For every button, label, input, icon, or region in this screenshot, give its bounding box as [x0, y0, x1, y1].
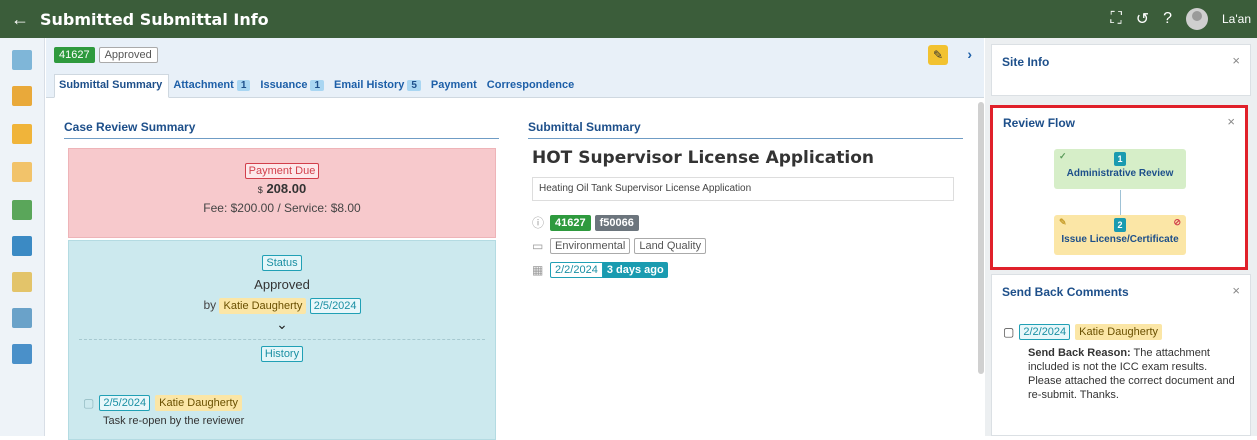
case-review-heading: Case Review Summary: [64, 120, 499, 139]
tags-row: ▭ Environmental Land Quality: [532, 238, 707, 254]
truck-icon[interactable]: [12, 236, 32, 256]
history-icon[interactable]: ↺: [1136, 9, 1149, 29]
send-back-person: Katie Daugherty: [1075, 324, 1163, 340]
top-bar: ← Submitted Submittal Info ⛶ ↺ ? La'an: [0, 0, 1257, 38]
right-panel: Site Info × Review Flow × ✓ 1 Administra…: [985, 38, 1257, 436]
review-flow-title: Review Flow: [1003, 116, 1076, 130]
site-info-title: Site Info: [1002, 55, 1050, 69]
summary-id: 41627: [550, 214, 591, 231]
close-icon[interactable]: ×: [1232, 53, 1240, 68]
main-panel: 41627 Approved ✎ › Submittal Summary Att…: [46, 38, 984, 440]
pencil-icon: ✎: [1059, 217, 1067, 227]
tab-count: 5: [407, 79, 421, 91]
status-byline: by Katie Daugherty 2/5/2024: [69, 298, 495, 314]
history-person: Katie Daugherty: [155, 395, 243, 411]
history-date: 2/5/2024: [99, 395, 151, 411]
folder-edit-icon[interactable]: [12, 86, 32, 106]
comment-icon: ▢: [1003, 325, 1015, 339]
status-value: Approved: [254, 277, 310, 292]
avatar[interactable]: [1186, 8, 1208, 30]
user-name[interactable]: La'an: [1222, 12, 1251, 26]
send-back-reason: Send Back Reason: The attachment include…: [1028, 347, 1235, 401]
payment-amount: $ 208.00: [257, 181, 307, 196]
comment-icon: ▢: [83, 396, 95, 410]
tag-environmental: Environmental: [550, 238, 631, 254]
flow-step-2[interactable]: ✎ ⊘ 2 Issue License/Certificate: [1054, 215, 1186, 255]
tab-email-history[interactable]: Email History 5: [330, 75, 427, 97]
id-row: ⓘ 41627 f50066: [532, 214, 639, 231]
send-back-date: 2/2/2024: [1019, 324, 1071, 340]
folder-submit-icon[interactable]: [12, 124, 32, 144]
folder-icon: ▭: [532, 239, 544, 253]
payment-due-card: Payment Due $ 208.00 Fee: $200.00 / Serv…: [68, 148, 496, 238]
status-date: 2/5/2024: [309, 298, 361, 314]
status-card: Status Approved by Katie Daugherty 2/5/2…: [68, 240, 496, 440]
building-icon[interactable]: [12, 344, 32, 364]
chevron-down-icon[interactable]: ⌄: [69, 316, 495, 333]
application-title: HOT Supervisor License Application: [532, 148, 875, 168]
flow-connector: [1120, 190, 1121, 215]
date-row: ▦ 2/2/2024 3 days ago: [532, 262, 668, 278]
close-icon[interactable]: ×: [1232, 283, 1240, 298]
site-info-card: Site Info ×: [991, 44, 1251, 96]
tab-count: 1: [236, 79, 251, 91]
submittal-id-row: 41627 Approved ✎ ›: [46, 38, 984, 72]
folder-icon[interactable]: [12, 162, 32, 182]
history-entry: ▢ 2/5/2024 Katie Daugherty: [83, 395, 243, 411]
status-person: Katie Daugherty: [219, 298, 307, 314]
tab-correspondence[interactable]: Correspondence: [483, 75, 580, 97]
tab-bar: Submittal Summary Attachment 1 Issuance 1 …: [46, 72, 984, 98]
close-icon[interactable]: ×: [1227, 114, 1235, 129]
fee-line: Fee: $200.00 / Service: $8.00: [203, 201, 361, 215]
presentation-icon[interactable]: [12, 308, 32, 328]
check-icon: ✓: [1059, 151, 1067, 161]
tab-submittal-summary[interactable]: Submittal Summary: [54, 74, 170, 98]
submitted-date: 2/2/2024 3 days ago: [550, 262, 668, 278]
chevron-right-icon[interactable]: ›: [967, 46, 972, 62]
calendar-icon: ▦: [532, 263, 544, 277]
back-arrow-icon[interactable]: ←: [0, 9, 40, 30]
review-flow-card: Review Flow × ✓ 1 Administrative Review …: [990, 105, 1248, 270]
send-back-title: Send Back Comments: [1002, 285, 1129, 299]
tab-attachment[interactable]: Attachment 1: [169, 75, 256, 97]
application-description: Heating Oil Tank Supervisor License Appl…: [532, 177, 954, 201]
history-text: Task re-open by the reviewer: [103, 415, 245, 427]
info-icon: ⓘ: [532, 216, 545, 230]
page-title: Submitted Submittal Info: [40, 9, 269, 29]
history-label: History: [260, 346, 304, 362]
tag-land-quality: Land Quality: [634, 238, 707, 254]
tab-issuance[interactable]: Issuance 1: [256, 75, 330, 97]
flow-step-1[interactable]: ✓ 1 Administrative Review: [1054, 149, 1186, 189]
divider: [79, 339, 485, 340]
tab-count: 1: [310, 79, 325, 91]
scrollbar[interactable]: [978, 102, 984, 374]
submittal-id-badge: 41627: [54, 47, 95, 63]
fullscreen-icon[interactable]: ⛶: [1110, 10, 1121, 28]
dashboard-icon[interactable]: [12, 50, 32, 70]
payment-due-label: Payment Due: [244, 163, 320, 179]
report-icon[interactable]: [12, 272, 32, 292]
submittal-summary-heading: Submittal Summary: [528, 120, 963, 139]
send-back-icon: ⊘: [1173, 217, 1181, 227]
summary-code: f50066: [594, 214, 639, 231]
sidebar: [0, 38, 45, 436]
tab-payment[interactable]: Payment: [427, 75, 483, 97]
top-bar-actions: ⛶ ↺ ? La'an: [1110, 8, 1257, 30]
edit-icon[interactable]: ✎: [928, 45, 948, 65]
status-label: Status: [262, 255, 302, 271]
submittal-status-badge: Approved: [98, 47, 158, 63]
help-icon[interactable]: ?: [1163, 10, 1172, 28]
send-back-entry: ▢ 2/2/2024 Katie Daugherty: [1003, 324, 1163, 340]
book-icon[interactable]: [12, 200, 32, 220]
